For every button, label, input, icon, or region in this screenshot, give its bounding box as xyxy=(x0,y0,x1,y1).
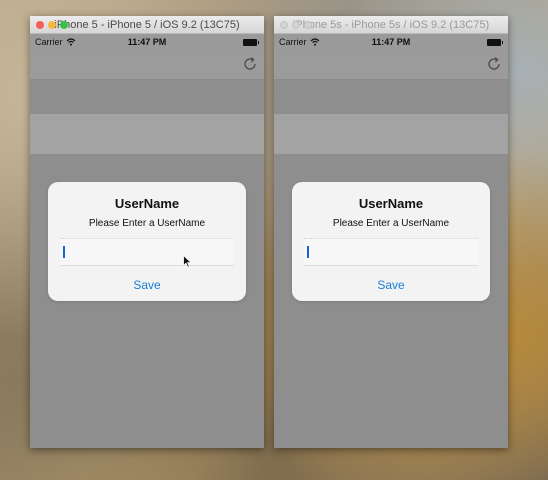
window-title: iPhone 5 - iPhone 5 / iOS 9.2 (13C75) xyxy=(54,19,240,31)
refresh-icon[interactable] xyxy=(242,56,258,72)
username-alert-dialog: UserName Please Enter a UserName Save xyxy=(292,182,490,301)
window-controls xyxy=(280,21,312,29)
window-titlebar[interactable]: iPhone 5 - iPhone 5 / iOS 9.2 (13C75) xyxy=(30,16,264,34)
simulator-window-iphone-5s[interactable]: iPhone 5s - iPhone 5s / iOS 9.2 (13C75) … xyxy=(274,16,508,448)
battery-icon xyxy=(487,39,503,46)
status-time: 11:47 PM xyxy=(371,37,411,47)
save-button[interactable]: Save xyxy=(48,278,246,292)
username-alert-dialog: UserName Please Enter a UserName Save xyxy=(48,182,246,301)
content-band xyxy=(274,114,508,154)
alert-message: Please Enter a UserName xyxy=(88,218,206,229)
navigation-bar xyxy=(274,50,508,80)
refresh-icon[interactable] xyxy=(486,56,502,72)
status-bar: Carrier 11:47 PM xyxy=(274,34,508,50)
content-band xyxy=(30,114,264,154)
minimize-window-button[interactable] xyxy=(48,21,56,29)
zoom-window-button[interactable] xyxy=(60,21,68,29)
window-controls xyxy=(36,21,68,29)
window-titlebar[interactable]: iPhone 5s - iPhone 5s / iOS 9.2 (13C75) xyxy=(274,16,508,34)
username-text-field[interactable] xyxy=(304,238,478,266)
alert-title: UserName xyxy=(358,196,424,211)
battery-icon xyxy=(243,39,259,46)
close-window-button[interactable] xyxy=(280,21,288,29)
cursor-icon xyxy=(183,255,192,268)
navigation-bar xyxy=(30,50,264,80)
alert-message: Please Enter a UserName xyxy=(332,218,450,229)
simulator-window-iphone-5[interactable]: iPhone 5 - iPhone 5 / iOS 9.2 (13C75) Ca… xyxy=(30,16,264,448)
minimize-window-button[interactable] xyxy=(292,21,300,29)
close-window-button[interactable] xyxy=(36,21,44,29)
window-title: iPhone 5s - iPhone 5s / iOS 9.2 (13C75) xyxy=(292,19,490,31)
status-bar: Carrier 11:47 PM xyxy=(30,34,264,50)
status-time: 11:47 PM xyxy=(127,37,167,47)
text-cursor-caret xyxy=(307,246,309,258)
save-button[interactable]: Save xyxy=(292,278,490,292)
alert-title: UserName xyxy=(114,196,180,211)
zoom-window-button[interactable] xyxy=(304,21,312,29)
username-text-field[interactable] xyxy=(60,238,234,266)
text-cursor-caret xyxy=(63,246,65,258)
